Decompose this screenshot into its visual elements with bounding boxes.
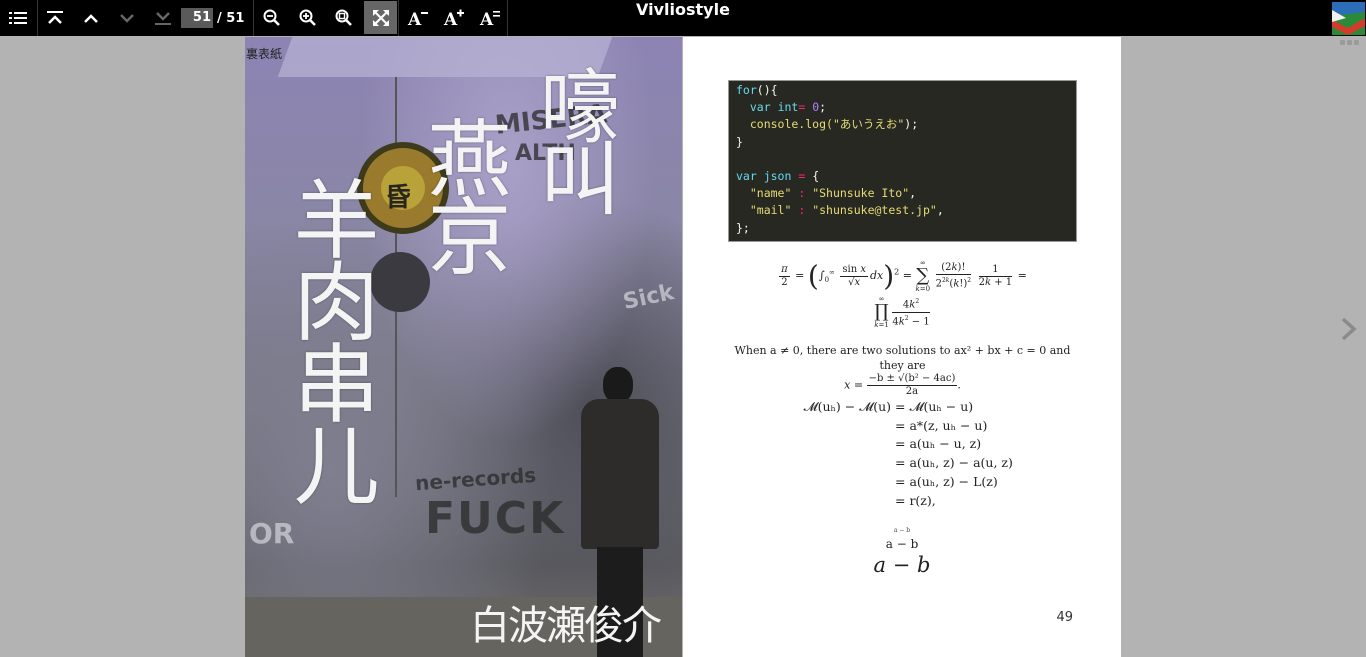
equation-pi: π2 = (∫0∞ sin x √x dx)2 = ∞ ∑ k=0 (2k)! 22k(k…: [779, 259, 1027, 293]
large-expression: a − b: [873, 553, 931, 577]
equation-product: ∞ ∏ k=1 4k2 4k2 − 1: [874, 295, 930, 329]
code-line: }: [736, 134, 743, 149]
small-expression: a − b: [893, 527, 911, 534]
next-page-icon[interactable]: [109, 0, 145, 36]
code-line: console.log("あいうえお");: [736, 117, 919, 132]
cover-title-col1: 嚎叫: [527, 65, 620, 209]
code-line: "name" : "Shunsuke Ito",: [749, 186, 917, 201]
aligned-lhs: [795, 492, 895, 511]
svg-text:A: A: [407, 10, 422, 27]
graffiti-text: 昏: [385, 183, 412, 213]
aligned-row: = a(uₕ, z) − L(z): [795, 473, 1013, 492]
cover-title-col2: 燕京: [414, 115, 512, 271]
graffiti-text: ne-records: [414, 462, 537, 496]
aligned-lhs: 𝓜(uₕ) − 𝓜(u): [803, 399, 891, 414]
next-page-arrow-icon[interactable]: [1338, 316, 1360, 342]
last-page-icon[interactable]: [145, 0, 181, 36]
aligned-lhs: [795, 417, 895, 436]
quadratic-paragraph: When a ≠ 0, there are two solutions to a…: [734, 344, 1071, 397]
page-number: 49: [1056, 610, 1073, 625]
quadratic-prefix: x =: [844, 378, 864, 392]
zoom-actual-size-icon[interactable]: [326, 0, 362, 36]
aligned-row: = a(uₕ − u, z): [795, 435, 1013, 454]
font-size-decrease-icon[interactable]: A: [400, 0, 436, 36]
svg-text:A: A: [443, 10, 458, 27]
svg-text:A: A: [479, 10, 494, 27]
code-block: for(){ var int= 0; console.log("あいうえお");…: [728, 80, 1077, 242]
toolbar: 51 / 51 A A A Vivliostyle: [0, 0, 1366, 36]
cover-title-col3: 羊肉串儿: [278, 175, 378, 503]
fit-to-screen-icon[interactable]: [364, 1, 397, 34]
code-line: "mail" : "shunsuke@test.jp",: [749, 203, 944, 218]
font-size-increase-icon[interactable]: A: [436, 0, 472, 36]
code-line: var int= 0;: [749, 100, 827, 115]
aligned-lhs: [795, 454, 895, 473]
cover-author: 白波瀬俊介: [470, 603, 662, 649]
graffiti-text: OR: [249, 517, 295, 550]
table-of-contents-icon[interactable]: [0, 0, 36, 36]
aligned-equations: 𝓜(uₕ) − 𝓜(u) = 𝓜(uₕ − u) = a*(z, uₕ − u) = …: [795, 398, 1013, 510]
code-line: for(){: [736, 83, 778, 97]
aligned-rhs: = a(uₕ − u, z): [895, 436, 982, 452]
aligned-row: 𝓜(uₕ) − 𝓜(u) = 𝓜(uₕ − u): [795, 398, 1013, 417]
more-options-icon[interactable]: [1340, 40, 1359, 45]
code-line: };: [736, 220, 750, 235]
quadratic-numerator: −b ± √(b² − 4ac): [866, 373, 958, 386]
font-size-reset-icon[interactable]: A: [472, 0, 508, 36]
aligned-row: = a*(z, uₕ − u): [795, 417, 1013, 436]
aligned-lhs: [795, 435, 895, 454]
quadratic-denominator: 2a: [905, 386, 919, 397]
first-page-icon[interactable]: [37, 0, 73, 36]
aligned-rhs: = a(uₕ, z) − L(z): [895, 473, 998, 489]
code-line: var json = {: [736, 168, 820, 183]
graffiti-text: FUCK: [425, 493, 566, 544]
aligned-row: = r(z),: [795, 492, 1013, 511]
aligned-rhs: = a*(z, uₕ − u): [895, 417, 988, 433]
cover-page: MISERA ALTH Sick ne-records FUCK OR 昏 裏表…: [245, 37, 682, 657]
page-total: / 51: [217, 10, 245, 26]
aligned-rhs: = 𝓜(uₕ − u): [895, 399, 974, 414]
aligned-lhs: [795, 473, 895, 492]
aligned-rhs: = a(uₕ, z) − a(u, z): [895, 455, 1013, 471]
vivliostyle-logo[interactable]: [1332, 2, 1365, 35]
medium-expression: a − b: [885, 537, 919, 551]
graffiti-text: Sick: [620, 279, 677, 316]
aligned-rhs: = r(z),: [895, 492, 936, 508]
page-number-input[interactable]: 51: [181, 8, 213, 28]
zoom-in-icon[interactable]: [290, 0, 326, 36]
aligned-row: = a(uₕ, z) − a(u, z): [795, 454, 1013, 473]
cover-label: 裏表紙: [246, 47, 283, 61]
content-page: for(){ var int= 0; console.log("あいうえお");…: [683, 37, 1121, 657]
quadratic-text: When a ≠ 0, there are two solutions to a…: [734, 344, 1071, 372]
page-navigation: 51 / 51: [181, 7, 244, 29]
previous-page-icon[interactable]: [73, 0, 109, 36]
zoom-out-icon[interactable]: [254, 0, 290, 36]
